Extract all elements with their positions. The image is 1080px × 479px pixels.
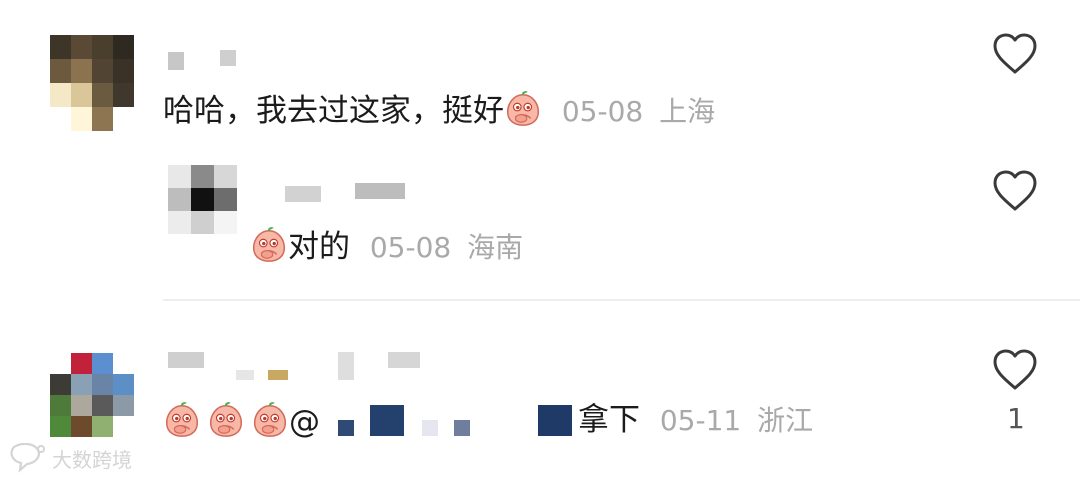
reply-date: 05-08 [369, 231, 452, 264]
reply-username-blurred[interactable] [285, 186, 321, 202]
reply-username-blurred-part [355, 183, 405, 199]
peach-emoji-icon [251, 400, 289, 438]
mention-blurred-part [454, 420, 470, 436]
mention-blurred-part [370, 405, 404, 436]
watermark: 大数跨境 [8, 443, 132, 473]
username-blurred-part [236, 370, 254, 380]
comment-date: 05-08 [561, 95, 644, 128]
heart-outline-icon[interactable] [992, 349, 1038, 391]
comment-location: 上海 [659, 95, 716, 128]
username-blurred[interactable] [168, 52, 184, 70]
reply-location: 海南 [467, 231, 524, 264]
comment-body: 拿下 [578, 402, 640, 438]
comment-location: 浙江 [757, 404, 814, 437]
avatar[interactable] [50, 353, 134, 437]
reply-text[interactable]: 对的 05-08 海南 [250, 225, 523, 268]
heart-outline-icon[interactable] [992, 170, 1038, 212]
username-blurred-part [388, 352, 420, 368]
username-blurred-part [268, 370, 288, 380]
mention-blurred[interactable] [338, 420, 354, 436]
mention-blurred-part [422, 420, 438, 436]
reply-body: 对的 [288, 229, 350, 265]
comment-body: 哈哈，我去过这家，挺好 [163, 93, 504, 129]
divider [163, 299, 1080, 301]
comment-text[interactable]: @ [163, 400, 320, 442]
like-count: 1 [1007, 402, 1025, 435]
username-blurred-part [220, 50, 236, 66]
peach-emoji-icon [163, 400, 201, 438]
comment-text[interactable]: 哈哈，我去过这家，挺好 05-08 上海 [163, 89, 715, 132]
mention-prefix[interactable]: @ [289, 404, 320, 440]
username-blurred[interactable] [168, 352, 204, 368]
peach-emoji-icon [250, 225, 288, 263]
heart-outline-icon[interactable] [992, 33, 1038, 75]
avatar[interactable] [50, 35, 134, 131]
reply-avatar[interactable] [168, 165, 237, 234]
comment-date: 05-11 [659, 404, 742, 437]
username-blurred-part [338, 352, 354, 380]
peach-emoji-icon [504, 89, 542, 127]
peach-emoji-icon [207, 400, 245, 438]
chat-bubble-logo-icon [10, 443, 45, 473]
comment-tail[interactable]: 拿下 05-11 浙江 [578, 400, 813, 441]
watermark-text: 大数跨境 [52, 447, 132, 472]
mention-blurred-part [538, 405, 572, 436]
